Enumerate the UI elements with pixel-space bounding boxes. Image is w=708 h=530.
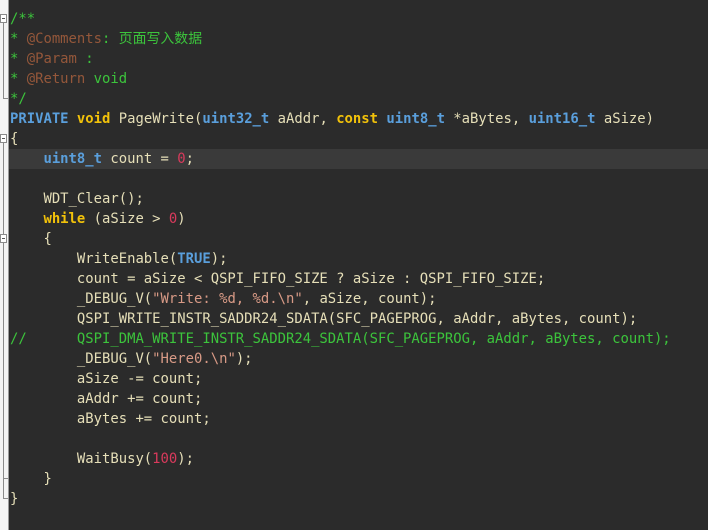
code-line[interactable] [9,429,708,449]
code-token: */ [10,91,27,107]
code-line[interactable]: } [9,469,708,489]
code-token: @Comments [26,31,103,47]
code-token: } [10,471,52,487]
code-token: ; [185,151,195,167]
fold-collapse-icon[interactable] [0,234,7,243]
code-token: TRUE [177,251,211,267]
code-token: (aSize > [85,211,169,227]
code-token: ); [177,451,194,467]
code-token: aAddr += count; [10,391,203,407]
code-line[interactable]: * @Param : [9,49,708,69]
code-token: ); [235,351,253,367]
code-line[interactable]: aBytes += count; [9,409,708,429]
fold-line [3,23,4,98]
code-token: } [10,491,19,507]
code-line[interactable]: PRIVATE void PageWrite(uint32_t aAddr, c… [9,109,708,129]
fold-line [3,143,4,498]
code-line[interactable]: aSize -= count; [9,369,708,389]
code-token: *aBytes, [444,111,529,127]
code-token: WriteEnable( [10,251,178,267]
code-token: "Write: %d, %d.\n" [152,291,303,307]
code-token: QSPI_WRITE_INSTR_SADDR24_SDATA(SFC_PAGEP… [10,311,638,327]
code-token: PRIVATE [10,111,69,127]
code-token: uint8_t [386,111,445,127]
code-line[interactable]: { [9,229,708,249]
code-token: 0 [177,151,186,167]
code-line[interactable]: QSPI_WRITE_INSTR_SADDR24_SDATA(SFC_PAGEP… [9,309,708,329]
code-token: WaitBusy( [10,451,153,467]
code-token: void [76,111,111,127]
fold-end-marker [3,98,8,99]
code-token: uint8_t [43,151,102,167]
code-token: @Param [26,51,77,67]
code-token: : [76,51,94,67]
code-token: count = aSize < QSPI_FIFO_SIZE ? aSize :… [10,271,546,287]
code-line[interactable]: * @Comments: 页面写入数据 [9,29,708,49]
code-token: ) [177,211,186,227]
code-token: { [10,231,52,247]
code-line[interactable]: WriteEnable(TRUE); [9,249,708,269]
code-token: * [10,71,27,87]
fold-collapse-icon[interactable] [0,134,7,143]
code-line[interactable]: } [9,489,708,509]
code-token: _DEBUG_V( [10,351,153,367]
code-line[interactable]: * @Return void [9,69,708,89]
code-editor[interactable]: /** * @Comments: 页面写入数据 * @Param : * @Retur… [9,9,708,509]
fold-end-marker [3,498,8,499]
code-token: // QSPI_DMA_WRITE_INSTR_SADDR24_SDATA(SF… [10,331,671,347]
code-token: uint32_t [202,111,270,127]
code-token: : 页面写入数据 [102,31,203,47]
code-line[interactable]: _DEBUG_V("Write: %d, %d.\n", aSize, coun… [9,289,708,309]
code-token: aBytes += count; [10,411,211,427]
code-token: aSize) [595,111,655,127]
code-token: ); [210,251,228,267]
code-line[interactable]: WDT_Clear(); [9,189,708,209]
code-token: WDT_Clear(); [10,191,144,207]
code-line-current[interactable]: uint8_t count = 0; [9,149,708,169]
code-token: @Return [26,71,86,87]
code-line[interactable]: */ [9,89,708,109]
fold-gutter [0,0,9,530]
code-token: { [10,131,19,147]
fold-end-marker [3,478,8,479]
code-line[interactable]: /** [9,9,708,29]
code-token: 100 [152,451,178,467]
code-line[interactable]: WaitBusy(100); [9,449,708,469]
code-line[interactable]: aAddr += count; [9,389,708,409]
code-line[interactable]: while (aSize > 0) [9,209,708,229]
code-token: void [85,71,128,87]
fold-collapse-icon[interactable] [0,14,7,23]
code-token: * [10,51,27,67]
code-token: while [43,211,86,227]
code-token: _DEBUG_V( [10,291,153,307]
code-token: PageWrite( [110,111,203,127]
code-token: * [10,31,27,47]
code-token: , aSize, count); [302,291,437,307]
code-line[interactable]: _DEBUG_V("Here0.\n"); [9,349,708,369]
code-token: "Here0.\n" [152,351,236,367]
code-line[interactable]: { [9,129,708,149]
code-line[interactable]: count = aSize < QSPI_FIFO_SIZE ? aSize :… [9,269,708,289]
code-token: count = [102,151,178,167]
code-token: /** [10,11,36,27]
code-token: const [336,111,379,127]
code-token: aAddr, [269,111,337,127]
code-token: aSize -= count; [10,371,203,387]
code-line[interactable] [9,169,708,189]
code-token: uint16_t [528,111,596,127]
code-line[interactable]: // QSPI_DMA_WRITE_INSTR_SADDR24_SDATA(SF… [9,329,708,349]
